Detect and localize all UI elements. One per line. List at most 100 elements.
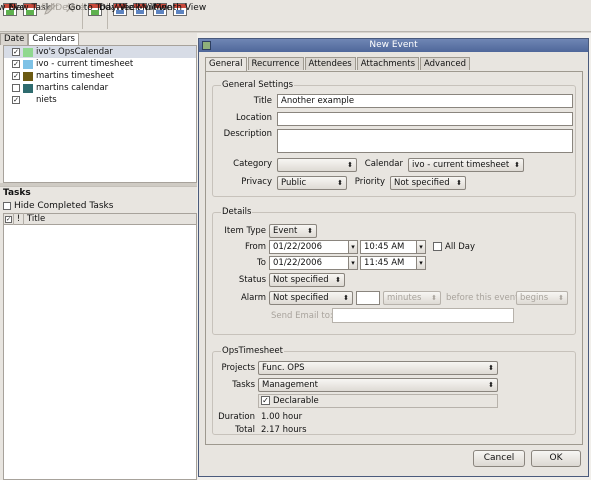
calendar-item[interactable]: ✓ niets (4, 94, 196, 106)
privacy-label: Privacy (241, 177, 272, 187)
priority-label: Priority (354, 177, 385, 187)
title-field[interactable]: Another example (277, 94, 573, 108)
chevron-down-icon[interactable]: ▾ (416, 256, 426, 270)
calendar-color-swatch (23, 83, 33, 93)
main-toolbar: New Event New Task Edit ✕ Delete Go to T… (0, 0, 591, 32)
ok-button[interactable]: OK (531, 450, 581, 467)
duration-label: Duration (218, 412, 255, 422)
left-panel: Date Calendars ✓ ivo's OpsCalendar ✓ ivo… (0, 33, 197, 480)
calendar-checkbox[interactable]: ✓ (12, 72, 20, 80)
tab-attendees[interactable]: Attendees (304, 57, 356, 70)
calendar-checkbox[interactable] (12, 84, 20, 92)
chevron-down-icon[interactable]: ▾ (348, 240, 358, 254)
chevron-down-icon[interactable]: ▾ (416, 240, 426, 254)
to-time-field[interactable]: 11:45 AM (360, 256, 417, 270)
tab-calendars[interactable]: Calendars (28, 33, 79, 45)
calendar-item[interactable]: ✓ ivo's OpsCalendar (4, 46, 196, 58)
hide-completed-checkbox[interactable] (3, 202, 11, 210)
details-group: Details Item Type Event ⬍ From 01/22/2006… (212, 207, 576, 335)
all-day-checkbox[interactable] (433, 242, 442, 251)
title-column-header[interactable]: Title (24, 213, 45, 225)
to-label: To (257, 258, 266, 268)
privacy-select[interactable]: Public ⬍ (277, 176, 347, 190)
general-settings-group: General Settings Title Another example L… (212, 80, 576, 197)
category-select[interactable]: ⬍ (277, 158, 357, 172)
tasks-value: Management (262, 380, 318, 390)
chevron-down-icon[interactable]: ▾ (348, 256, 358, 270)
to-time-combo[interactable]: 11:45 AM ▾ (360, 256, 426, 270)
calendar-name: ivo's OpsCalendar (36, 47, 113, 57)
month-view-button[interactable]: Month View (154, 0, 206, 31)
tasks-label: Tasks (232, 380, 255, 390)
alarm-select[interactable]: Not specified ⬍ (269, 291, 353, 305)
details-title: Details (221, 207, 253, 217)
calendar-item[interactable]: martins calendar (4, 82, 196, 94)
projects-select[interactable]: Func. OPS ⬍ (258, 361, 498, 375)
alarm-label: Alarm (240, 293, 266, 303)
calendar-item[interactable]: ✓ martins timesheet (4, 70, 196, 82)
alarm-unit-select[interactable]: minutes ⬍ (383, 291, 441, 305)
calendar-value: ivo - current timesheet (412, 160, 510, 170)
calendar-label: Calendar (364, 159, 403, 169)
send-email-field[interactable] (332, 308, 514, 323)
priority-column-header[interactable]: ! (14, 213, 24, 225)
task-list (3, 225, 197, 480)
from-time-combo[interactable]: 10:45 AM ▾ (360, 240, 426, 254)
title-label: Title (253, 96, 272, 106)
tasks-pane: Tasks Hide Completed Tasks ✓ ! Title (0, 186, 197, 480)
dialog-tabs: General Recurrence Attendees Attachments… (199, 57, 588, 71)
declarable-label: Declarable (273, 396, 319, 406)
calendar-checkbox[interactable]: ✓ (12, 96, 20, 104)
calendar-item[interactable]: ✓ ivo - current timesheet (4, 58, 196, 70)
alarm-value: Not specified (273, 293, 329, 303)
tab-advanced[interactable]: Advanced (420, 57, 470, 70)
calendar-name: ivo - current timesheet (36, 59, 134, 69)
tab-date[interactable]: Date (0, 33, 29, 45)
to-date-field[interactable]: 01/22/2006 (269, 256, 349, 270)
tab-general[interactable]: General (205, 57, 247, 71)
calendar-checkbox[interactable]: ✓ (12, 48, 20, 56)
calendar-select[interactable]: ivo - current timesheet ⬍ (408, 158, 524, 172)
alarm-relation-value: begins (520, 293, 549, 303)
location-label: Location (236, 113, 272, 123)
hide-completed-row[interactable]: Hide Completed Tasks (0, 199, 197, 213)
general-tab-panel: General Settings Title Another example L… (205, 71, 583, 445)
cancel-button[interactable]: Cancel (473, 450, 525, 467)
calendar-name: niets (36, 95, 57, 105)
item-type-select[interactable]: Event ⬍ (269, 224, 317, 238)
calendar-color-swatch (23, 71, 33, 81)
chevron-updown-icon: ⬍ (431, 294, 437, 302)
location-field[interactable] (277, 112, 573, 126)
alarm-before-label: before this event (446, 293, 519, 303)
tab-recurrence[interactable]: Recurrence (247, 57, 304, 70)
declarable-row[interactable]: ✓ Declarable (258, 394, 498, 408)
completed-column-header[interactable]: ✓ (4, 213, 14, 225)
from-date-field[interactable]: 01/22/2006 (269, 240, 349, 254)
from-date-combo[interactable]: 01/22/2006 ▾ (269, 240, 358, 254)
calendar-name: martins timesheet (36, 71, 115, 81)
ops-timesheet-title: OpsTimesheet (221, 346, 284, 356)
chevron-updown-icon: ⬍ (335, 276, 341, 284)
calendar-list: ✓ ivo's OpsCalendar ✓ ivo - current time… (3, 45, 197, 183)
description-field[interactable] (277, 129, 573, 153)
dialog-titlebar[interactable]: New Event (199, 39, 588, 52)
ops-timesheet-group: OpsTimesheet Projects Func. OPS ⬍ Tasks M… (212, 346, 576, 435)
to-date-combo[interactable]: 01/22/2006 ▾ (269, 256, 358, 270)
alarm-relation-select[interactable]: begins ⬍ (516, 291, 568, 305)
declarable-checkbox[interactable]: ✓ (261, 396, 270, 405)
priority-select[interactable]: Not specified ⬍ (390, 176, 466, 190)
calendar-checkbox[interactable]: ✓ (12, 60, 20, 68)
alarm-amount-field[interactable] (356, 291, 380, 305)
chevron-updown-icon: ⬍ (514, 161, 520, 169)
status-value: Not specified (273, 275, 329, 285)
priority-value: Not specified (394, 178, 450, 188)
chevron-updown-icon: ⬍ (488, 381, 494, 389)
tab-attachments[interactable]: Attachments (356, 57, 419, 70)
status-select[interactable]: Not specified ⬍ (269, 273, 345, 287)
tasks-select[interactable]: Management ⬍ (258, 378, 498, 392)
projects-label: Projects (221, 363, 255, 373)
chevron-updown-icon: ⬍ (337, 179, 343, 187)
task-list-header: ✓ ! Title (3, 213, 197, 225)
from-time-field[interactable]: 10:45 AM (360, 240, 417, 254)
new-task-button[interactable]: New Task (9, 0, 51, 31)
